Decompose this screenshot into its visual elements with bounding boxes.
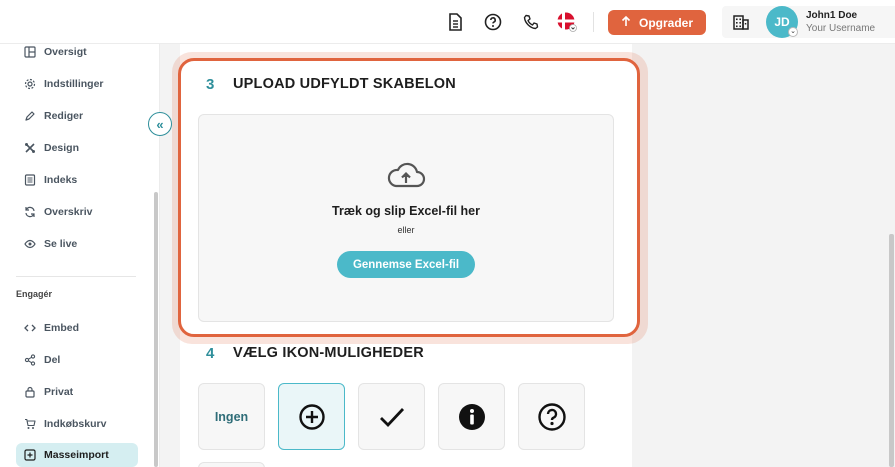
icon-option-question[interactable] (518, 383, 585, 450)
sidebar-item-label: Indstillinger (44, 78, 104, 90)
sidebar-section-heading: Engagér (16, 289, 53, 299)
sidebar-item-masseimport[interactable]: Masseimport (24, 447, 109, 463)
flag-denmark-icon[interactable] (557, 12, 577, 32)
sidebar-item-privat[interactable]: Privat (24, 384, 73, 400)
chevron-down-icon: ⌄ (788, 27, 798, 37)
sidebar-item-label: Design (44, 142, 80, 154)
icon-options-step-number: 4 (206, 345, 215, 362)
sidebar-item-indstillinger[interactable]: Indstillinger (24, 76, 104, 92)
sidebar-item-label: Indkøbskurv (44, 418, 107, 430)
lock-icon (25, 386, 35, 398)
eye-icon (24, 239, 36, 249)
chevron-double-left-icon: « (156, 116, 164, 132)
sidebar-item-indkobskurv[interactable]: Indkøbskurv (24, 416, 106, 432)
main-scrollbar[interactable] (889, 234, 894, 467)
dropzone-instruction: Træk og slip Excel-fil her (332, 204, 480, 218)
top-bar: Opgrader JD ⌄ John1 Doe Your Username (0, 0, 895, 44)
sidebar-item-embed[interactable]: Embed (24, 320, 79, 336)
icon-option-check[interactable] (358, 383, 425, 450)
tools-icon (25, 143, 35, 153)
pencil-icon (25, 111, 35, 121)
arrow-up-icon (621, 15, 631, 30)
question-circle-icon (537, 402, 566, 431)
icon-options-section-title: VÆLG IKON-MULIGHEDER (233, 345, 424, 361)
sidebar-item-indeks[interactable]: Indeks (24, 172, 77, 188)
header-divider (593, 12, 594, 32)
building-icon[interactable] (731, 12, 751, 32)
sidebar-item-rediger[interactable]: Rediger (24, 108, 83, 124)
code-icon (24, 324, 36, 332)
refresh-icon (25, 206, 35, 218)
gear-icon (24, 78, 36, 90)
cart-icon (25, 418, 36, 429)
sidebar-item-label: Del (44, 354, 61, 366)
sidebar-item-label: Rediger (44, 110, 84, 122)
checkmark-icon (379, 407, 404, 427)
sidebar-item-label: Indeks (44, 174, 78, 186)
sidebar-item-label: Masseimport (44, 449, 109, 461)
user-subtitle: Your Username (806, 23, 876, 34)
cloud-upload-icon (387, 162, 426, 188)
upload-section-title: UPLOAD UDFYLDT SKABELON (233, 76, 456, 92)
sidebar-item-label: Embed (44, 322, 80, 334)
list-icon (24, 174, 36, 186)
upgrade-label: Opgrader (638, 15, 693, 30)
layout-icon (24, 46, 36, 58)
help-icon[interactable] (483, 12, 503, 32)
sidebar-item-label: Overskriv (44, 206, 93, 218)
sidebar-divider (16, 276, 136, 277)
icon-option-none[interactable]: Ingen (198, 383, 265, 450)
sidebar-item-label: Oversigt (44, 46, 87, 58)
icon-option-next-row[interactable] (198, 462, 265, 467)
avatar-initials: JD (774, 15, 790, 29)
import-icon (24, 449, 36, 461)
sidebar-item-se-live[interactable]: Se live (24, 236, 77, 252)
share-icon (24, 354, 36, 366)
sidebar-item-label: Privat (44, 386, 74, 398)
sidebar-scrollbar[interactable] (154, 192, 158, 467)
user-name: John1 Doe (806, 10, 858, 21)
document-icon[interactable] (445, 12, 465, 32)
icon-option-plus[interactable] (278, 383, 345, 450)
plus-circle-icon (298, 403, 325, 430)
collapse-sidebar-button[interactable]: « (148, 112, 172, 136)
dropzone-or-text: eller (397, 225, 415, 235)
sidebar-item-label: Se live (44, 238, 78, 250)
sidebar-item-overskriv[interactable]: Overskriv (24, 204, 92, 220)
upload-step-number: 3 (206, 76, 215, 93)
info-icon (458, 403, 485, 430)
browse-excel-button[interactable]: Gennemse Excel-fil (337, 251, 475, 278)
sidebar-item-oversigt[interactable]: Oversigt (24, 44, 87, 60)
upgrade-button[interactable]: Opgrader (608, 10, 706, 35)
sidebar: Oversigt Indstillinger Rediger Design In… (0, 44, 160, 467)
sidebar-item-design[interactable]: Design (24, 140, 79, 156)
icon-option-info[interactable] (438, 383, 505, 450)
file-dropzone[interactable] (198, 114, 614, 322)
phone-icon[interactable] (521, 12, 541, 32)
icon-option-none-label: Ingen (214, 409, 249, 424)
sidebar-item-del[interactable]: Del (24, 352, 60, 368)
